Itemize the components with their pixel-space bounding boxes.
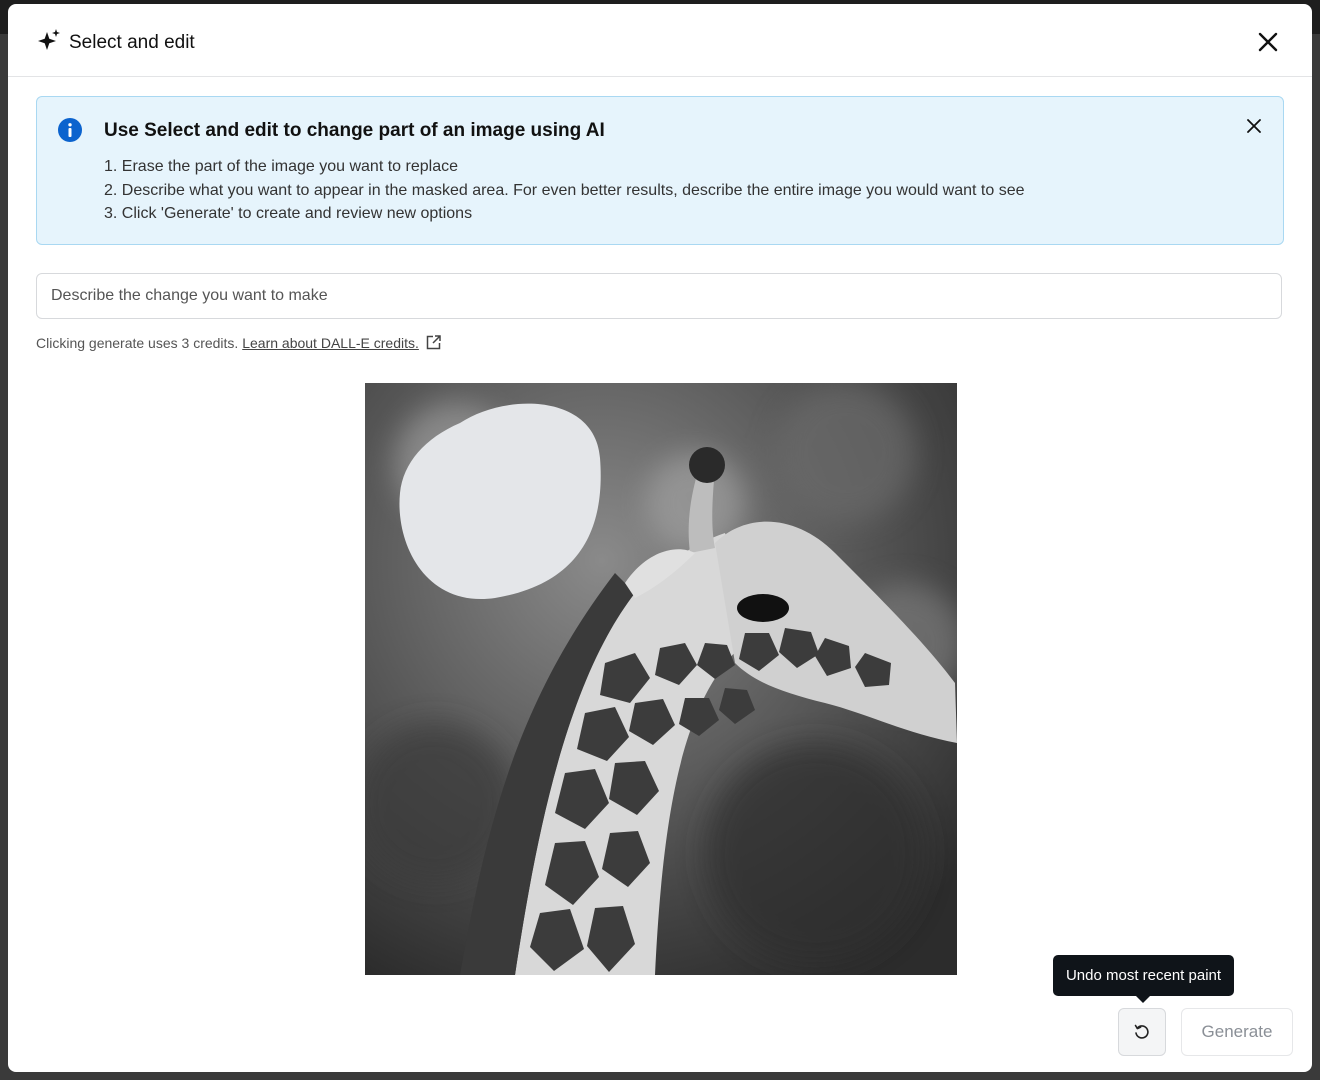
change-description-input[interactable] [36,273,1282,319]
banner-step: 1. Erase the part of the image you want … [104,158,458,175]
info-icon [58,118,82,142]
close-icon [1258,32,1278,52]
undo-tooltip: Undo most recent paint [1053,955,1234,1003]
undo-button[interactable] [1118,1008,1166,1056]
credits-note: Clicking generate uses 3 credits. Learn … [36,333,442,353]
close-icon [1247,119,1261,133]
dialog-close-button[interactable] [1254,28,1282,56]
generate-button[interactable]: Generate [1181,1008,1293,1056]
sparkle-icon [38,29,60,50]
giraffe-image [365,383,957,975]
banner-steps: 1. Erase the part of the image you want … [104,155,1025,226]
banner-step: 2. Describe what you want to appear in t… [104,181,1025,199]
banner-close-button[interactable] [1243,115,1265,137]
external-link-icon[interactable] [425,334,442,351]
banner-title: Use Select and edit to change part of an… [104,120,605,141]
editable-image-canvas[interactable] [365,383,957,975]
credits-link[interactable]: Learn about DALL-E credits. [242,335,419,351]
info-banner: Use Select and edit to change part of an… [36,96,1284,245]
dialog-header: Select and edit [8,4,1312,77]
banner-step: 3. Click 'Generate' to create and review… [104,205,473,222]
undo-icon [1134,1024,1149,1039]
dialog-title: Select and edit [69,32,195,53]
select-and-edit-dialog: Select and edit Use Select and edit to c… [8,4,1312,1072]
credits-text: Clicking generate uses 3 credits. [36,335,239,351]
